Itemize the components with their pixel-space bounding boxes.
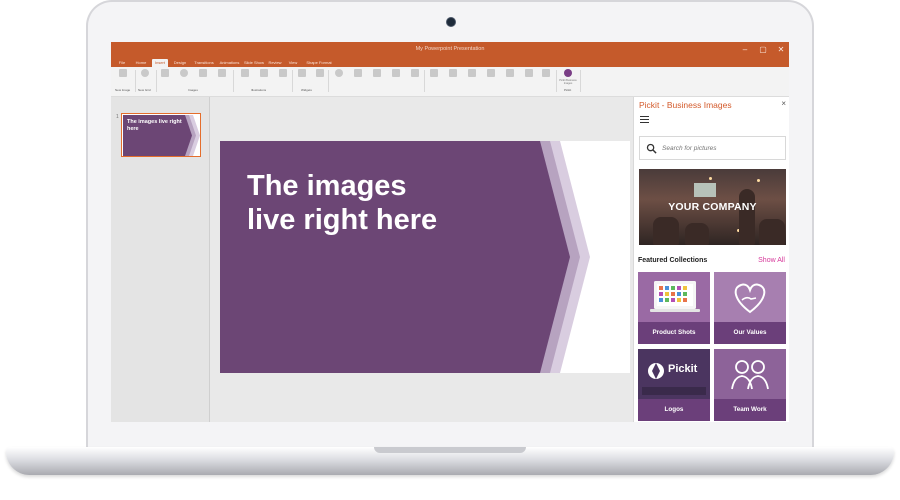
- ribbon-command[interactable]: [275, 69, 291, 89]
- ribbon-command[interactable]: [483, 69, 499, 89]
- tab-animations[interactable]: Animations: [218, 59, 241, 67]
- pickit-plugin-label: Pickit Business Images: [559, 79, 577, 85]
- pane-title: Pickit - Business Images: [639, 100, 732, 110]
- tab-view[interactable]: View: [286, 59, 300, 67]
- ribbon-command[interactable]: [195, 69, 211, 89]
- pickit-icon: [564, 69, 572, 77]
- ribbon-command[interactable]: [426, 69, 442, 89]
- title-bar: My Powerpoint Presentation – ▢ ✕: [111, 42, 789, 59]
- pickit-logo-icon: Pickit: [638, 349, 710, 399]
- ribbon-command[interactable]: [407, 69, 423, 89]
- pickit-plugin-button[interactable]: Pickit Business Images: [559, 69, 577, 89]
- webcam: [446, 17, 456, 27]
- hero-caption: YOUR COMPANY: [668, 201, 757, 213]
- ribbon-command[interactable]: [176, 69, 192, 89]
- pane-close-button[interactable]: ×: [781, 99, 786, 108]
- group-label-illustrations: Illustrations: [251, 88, 267, 92]
- collection-tile-logos[interactable]: Pickit Logos: [638, 349, 710, 421]
- collection-label: Logos: [638, 399, 710, 421]
- group-label-widgets: Widgets: [301, 88, 312, 92]
- document-title: My Powerpoint Presentation: [415, 46, 485, 52]
- ribbon-command[interactable]: [331, 69, 347, 89]
- hamburger-menu-icon[interactable]: [640, 116, 649, 124]
- ribbon-command[interactable]: [237, 69, 253, 89]
- slide[interactable]: The images live right here: [220, 141, 630, 373]
- tab-home[interactable]: Home: [133, 59, 149, 67]
- ribbon-command[interactable]: [350, 69, 366, 89]
- hero-image[interactable]: YOUR COMPANY: [639, 169, 786, 245]
- ribbon-command[interactable]: [521, 69, 537, 89]
- thumbnail-title: The images live right here: [127, 119, 182, 132]
- ribbon-command[interactable]: [256, 69, 272, 89]
- collection-label: Product Shots: [638, 322, 710, 344]
- group-label-new-grid: New Grid: [138, 88, 151, 92]
- ribbon-command[interactable]: [388, 69, 404, 89]
- tab-file[interactable]: File: [114, 59, 130, 67]
- hero-screen: [694, 183, 716, 197]
- tab-design[interactable]: Design: [171, 59, 189, 67]
- ribbon-command[interactable]: [214, 69, 230, 89]
- featured-collections-header: Featured Collections: [638, 257, 708, 264]
- new-image-command[interactable]: [115, 69, 131, 89]
- search-icon[interactable]: [646, 143, 657, 154]
- close-button[interactable]: ✕: [775, 44, 787, 56]
- collection-tile-team-work[interactable]: Team Work: [714, 349, 786, 421]
- devices-icon: [638, 272, 710, 322]
- slide-title[interactable]: The images live right here: [247, 169, 527, 237]
- tab-slide-show[interactable]: Slide Show: [243, 59, 265, 67]
- ribbon-command[interactable]: [502, 69, 518, 89]
- ribbon: Pickit Business Images New Image New Gri…: [111, 67, 789, 97]
- pickit-pane: Pickit - Business Images × YOUR COMPANY …: [633, 97, 789, 422]
- tab-transitions[interactable]: Transitions: [192, 59, 216, 67]
- ribbon-command[interactable]: [294, 69, 310, 89]
- group-label-images: Images: [188, 88, 198, 92]
- tab-insert[interactable]: Insert: [152, 59, 168, 67]
- group-label-new-image: New Image: [115, 88, 131, 92]
- ribbon-command[interactable]: [464, 69, 480, 89]
- tab-review[interactable]: Review: [267, 59, 283, 67]
- ribbon-tabs: File Home Insert Design Transitions Anim…: [111, 59, 789, 67]
- people-icon: [714, 349, 786, 399]
- slide-canvas[interactable]: The images live right here: [210, 97, 633, 422]
- minimize-button[interactable]: –: [739, 44, 751, 56]
- ribbon-command[interactable]: [312, 69, 328, 89]
- collection-label: Team Work: [714, 399, 786, 421]
- slide-number: 1: [116, 114, 119, 120]
- ribbon-command[interactable]: [538, 69, 554, 89]
- pickit-logo-text: Pickit: [668, 363, 698, 375]
- heart-hand-icon: [714, 272, 786, 322]
- app-window: My Powerpoint Presentation – ▢ ✕ File Ho…: [111, 42, 789, 422]
- maximize-button[interactable]: ▢: [757, 44, 769, 56]
- ribbon-command[interactable]: [369, 69, 385, 89]
- show-all-link[interactable]: Show All: [758, 257, 785, 264]
- new-grid-command[interactable]: [137, 69, 153, 89]
- search-box[interactable]: [639, 136, 786, 160]
- collection-tile-product-shots[interactable]: Product Shots: [638, 272, 710, 344]
- tab-shape-format[interactable]: Shape Format: [304, 59, 334, 67]
- collection-label: Our Values: [714, 322, 786, 344]
- search-input[interactable]: [662, 141, 782, 155]
- ribbon-command[interactable]: [157, 69, 173, 89]
- ribbon-command[interactable]: [445, 69, 461, 89]
- slide-thumbnail[interactable]: The images live right here: [121, 113, 201, 157]
- laptop-base-notch: [374, 447, 526, 453]
- collection-tile-our-values[interactable]: Our Values: [714, 272, 786, 344]
- slide-thumbnail-pane: 1 The images live right here: [111, 97, 210, 422]
- group-label-pickit: Pickit: [564, 88, 572, 92]
